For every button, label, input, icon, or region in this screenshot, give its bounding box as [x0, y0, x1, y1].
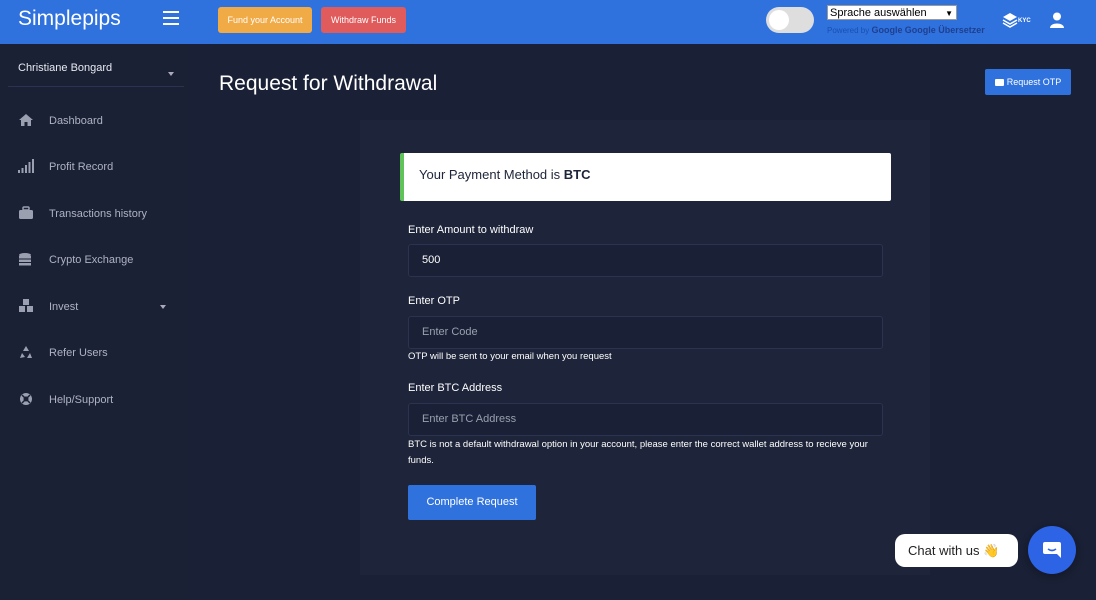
otp-label: Enter OTP: [408, 295, 460, 307]
sidebar-item-profit-record[interactable]: Profit Record: [18, 157, 178, 177]
payment-method-prefix: Your Payment Method is: [419, 167, 564, 182]
sidebar-item-label: Invest: [49, 301, 79, 313]
signal-icon: [18, 159, 34, 173]
btc-address-label: Enter BTC Address: [408, 382, 503, 394]
complete-request-button[interactable]: Complete Request: [408, 485, 536, 520]
sidebar-item-refer-users[interactable]: Refer Users: [18, 343, 178, 363]
request-otp-button[interactable]: Request OTP: [985, 69, 1071, 95]
otp-help-text: OTP will be sent to your email when you …: [408, 351, 612, 362]
google-translate-link[interactable]: Google Übersetzer: [905, 25, 985, 35]
chevron-down-icon: ▼: [945, 9, 953, 18]
toggle-knob: [769, 10, 789, 30]
fund-account-button[interactable]: Fund your Account: [218, 7, 312, 33]
sidebar-divider: [8, 86, 184, 87]
payment-method-alert: Your Payment Method is BTC: [400, 153, 891, 201]
chevron-down-icon: [160, 305, 166, 309]
sidebar-item-invest[interactable]: Invest: [18, 297, 178, 317]
otp-input[interactable]: Enter Code: [408, 316, 883, 349]
coins-icon: [19, 253, 31, 266]
brand-logo[interactable]: Simplepips: [18, 7, 121, 31]
language-select-value: Sprache auswählen: [830, 7, 927, 19]
sidebar-item-label: Refer Users: [49, 347, 108, 359]
page-title: Request for Withdrawal: [219, 72, 438, 95]
recycle-icon: [20, 346, 32, 358]
sidebar-item-crypto-exchange[interactable]: Crypto Exchange: [18, 250, 178, 270]
envelope-icon: [994, 79, 1004, 86]
kyc-label: KYC: [1018, 18, 1031, 24]
btc-address-help-text: BTC is not a default withdrawal option i…: [408, 439, 868, 466]
user-icon[interactable]: [1050, 12, 1064, 28]
home-icon: [19, 114, 33, 126]
sidebar-item-label: Help/Support: [49, 394, 114, 406]
amount-label: Enter Amount to withdraw: [408, 224, 534, 236]
sidebar-item-label: Crypto Exchange: [49, 254, 134, 266]
lifebuoy-icon: [20, 393, 32, 405]
chat-icon: [1043, 542, 1061, 558]
sidebar-item-dashboard[interactable]: Dashboard: [18, 111, 178, 131]
chat-launcher-button[interactable]: [1028, 526, 1076, 574]
google-translate-credit: Powered by Google Google Übersetzer: [827, 25, 985, 35]
sidebar-item-label: Transactions history: [49, 208, 148, 220]
request-otp-label: Request OTP: [1006, 77, 1062, 87]
sidebar-item-label: Profit Record: [49, 161, 114, 173]
translate-powered-text: Powered by: [827, 26, 870, 35]
briefcase-icon: [19, 206, 33, 219]
sidebar-item-transactions[interactable]: Transactions history: [18, 204, 178, 224]
sidebar-item-help-support[interactable]: Help/Support: [18, 390, 178, 410]
top-navbar: Simplepips Fund your Account Withdraw Fu…: [0, 0, 1096, 44]
language-select[interactable]: Sprache auswählen ▼: [827, 5, 957, 20]
sidebar: Christiane Bongard Dashboard Profit Reco…: [0, 44, 188, 600]
withdraw-funds-button[interactable]: Withdraw Funds: [321, 7, 406, 33]
chevron-down-icon[interactable]: [168, 72, 174, 76]
theme-toggle[interactable]: [766, 7, 814, 33]
btc-address-input[interactable]: Enter BTC Address: [408, 403, 883, 436]
amount-input[interactable]: 500: [408, 244, 883, 277]
sidebar-user-name[interactable]: Christiane Bongard: [18, 62, 112, 74]
payment-method-text: Your Payment Method is BTC: [419, 167, 590, 182]
kyc-icon[interactable]: KYC: [1002, 12, 1032, 28]
payment-method-value: BTC: [563, 167, 591, 182]
google-logo-text: Google: [871, 25, 903, 35]
sidebar-item-label: Dashboard: [49, 115, 103, 127]
menu-toggle-icon[interactable]: [163, 11, 179, 25]
cubes-icon: [19, 299, 33, 312]
chat-bubble[interactable]: Chat with us 👋: [895, 534, 1018, 567]
